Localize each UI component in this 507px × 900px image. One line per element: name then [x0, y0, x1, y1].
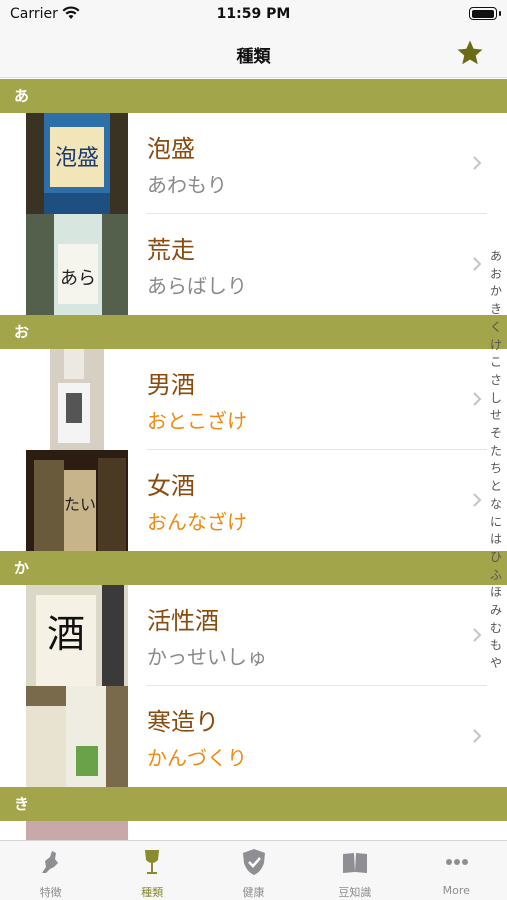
index-letter[interactable]: さ: [485, 372, 507, 390]
tab-label: 豆知識: [338, 886, 372, 899]
section-header: か: [0, 551, 507, 585]
section-header: お: [0, 315, 507, 349]
index-letter[interactable]: あ: [485, 248, 507, 266]
index-letter[interactable]: み: [485, 602, 507, 620]
glass-icon: [145, 850, 160, 874]
svg-text:酒: 酒: [47, 612, 85, 656]
index-letter[interactable]: ひ: [485, 549, 507, 567]
index-letter[interactable]: む: [485, 620, 507, 638]
list-item[interactable]: 寒造り かんづくり: [0, 686, 507, 787]
chevron-right-icon: [473, 729, 482, 743]
index-letter[interactable]: か: [485, 283, 507, 301]
sake-reading: あらばしり: [147, 274, 247, 298]
shield-check-icon: [242, 849, 265, 875]
tab-label: 特徴: [39, 886, 62, 899]
index-letter[interactable]: は: [485, 531, 507, 549]
sake-type-list[interactable]: あ泡盛 泡盛 あわもり あら 荒走 あらばしりお男酒 おとこざけ たい 女酒 おんなざけか酒活性酒…: [0, 79, 507, 840]
index-letter[interactable]: く: [485, 319, 507, 337]
sake-name: 男酒: [147, 371, 195, 399]
sake-name: 泡盛: [147, 135, 195, 163]
index-letter[interactable]: こ: [485, 354, 507, 372]
svg-text:たい: たい: [64, 495, 96, 514]
sake-thumbnail: あら: [26, 214, 128, 315]
tab-more[interactable]: More: [406, 841, 507, 900]
index-letter[interactable]: け: [485, 337, 507, 355]
tab-label: 健康: [242, 886, 265, 899]
index-letter[interactable]: そ: [485, 425, 507, 443]
section-index[interactable]: あおかきくけこさしせそたちとなにはひふほみむもや: [485, 248, 507, 673]
tab-label: 種類: [141, 886, 164, 899]
tab-glass[interactable]: 種類: [101, 841, 202, 900]
index-letter[interactable]: に: [485, 514, 507, 532]
chevron-right-icon: [473, 257, 482, 271]
index-letter[interactable]: と: [485, 478, 507, 496]
list-item[interactable]: あら 荒走あらばしり: [0, 214, 507, 315]
sake-name: 女酒: [147, 472, 195, 500]
index-letter[interactable]: き: [485, 301, 507, 319]
battery-icon: [469, 7, 501, 20]
sake-thumbnail: 泡盛: [26, 113, 128, 214]
chevron-right-icon: [473, 156, 482, 170]
sake-reading: おんなざけ: [147, 510, 247, 534]
index-letter[interactable]: せ: [485, 407, 507, 425]
tab-shield-check[interactable]: 健康: [203, 841, 304, 900]
index-letter[interactable]: ほ: [485, 584, 507, 602]
clock: 11:59 PM: [216, 6, 291, 22]
sake-thumbnail: 酒: [26, 585, 128, 686]
list-item[interactable]: 酒 活性酒かっせいしゅ: [0, 585, 507, 686]
section-header: き: [0, 787, 507, 821]
chevron-right-icon: [473, 493, 482, 507]
sake-thumbnail: たい: [26, 450, 128, 551]
page-title: 種類: [236, 47, 271, 67]
map-icon: [42, 851, 58, 873]
book-icon: [343, 853, 368, 873]
index-letter[interactable]: や: [485, 655, 507, 673]
tab-bar: 特徴 種類 健康 豆知識 More: [0, 840, 507, 900]
sake-name: 活性酒: [147, 607, 219, 635]
svg-text:泡盛: 泡盛: [55, 146, 99, 171]
index-letter[interactable]: ち: [485, 460, 507, 478]
index-letter[interactable]: も: [485, 637, 507, 655]
sake-reading: おとこざけ: [147, 409, 247, 433]
chevron-right-icon: [473, 628, 482, 642]
section-header: あ: [0, 79, 507, 113]
list-item[interactable]: たい 女酒おんなざけ: [0, 450, 507, 551]
tab-book[interactable]: 豆知識: [304, 841, 405, 900]
chevron-right-icon: [473, 392, 482, 406]
list-item[interactable]: [0, 821, 507, 840]
sake-thumbnail: [26, 686, 128, 787]
index-letter[interactable]: し: [485, 390, 507, 408]
list-item[interactable]: 泡盛 泡盛あわもり: [0, 113, 507, 214]
navigation-bar: 種類: [0, 28, 507, 78]
index-letter[interactable]: ふ: [485, 567, 507, 585]
sake-reading: かんづくり: [147, 746, 247, 770]
svg-text:あら: あら: [60, 268, 96, 289]
tab-label: More: [442, 884, 470, 897]
tab-map[interactable]: 特徴: [0, 841, 101, 900]
sake-thumbnail: [26, 349, 128, 450]
sake-reading: あわもり: [147, 173, 227, 197]
sake-thumbnail: [26, 821, 128, 840]
status-bar: Carrier 11:59 PM: [0, 0, 507, 28]
star-icon[interactable]: [455, 38, 485, 68]
more-icon: [445, 859, 468, 865]
index-letter[interactable]: た: [485, 443, 507, 461]
index-letter[interactable]: な: [485, 496, 507, 514]
index-letter[interactable]: お: [485, 266, 507, 284]
sake-name: 寒造り: [147, 708, 219, 736]
list-item[interactable]: 男酒おとこざけ: [0, 349, 507, 450]
sake-name: 荒走: [147, 236, 195, 264]
sake-reading: かっせいしゅ: [147, 645, 267, 669]
